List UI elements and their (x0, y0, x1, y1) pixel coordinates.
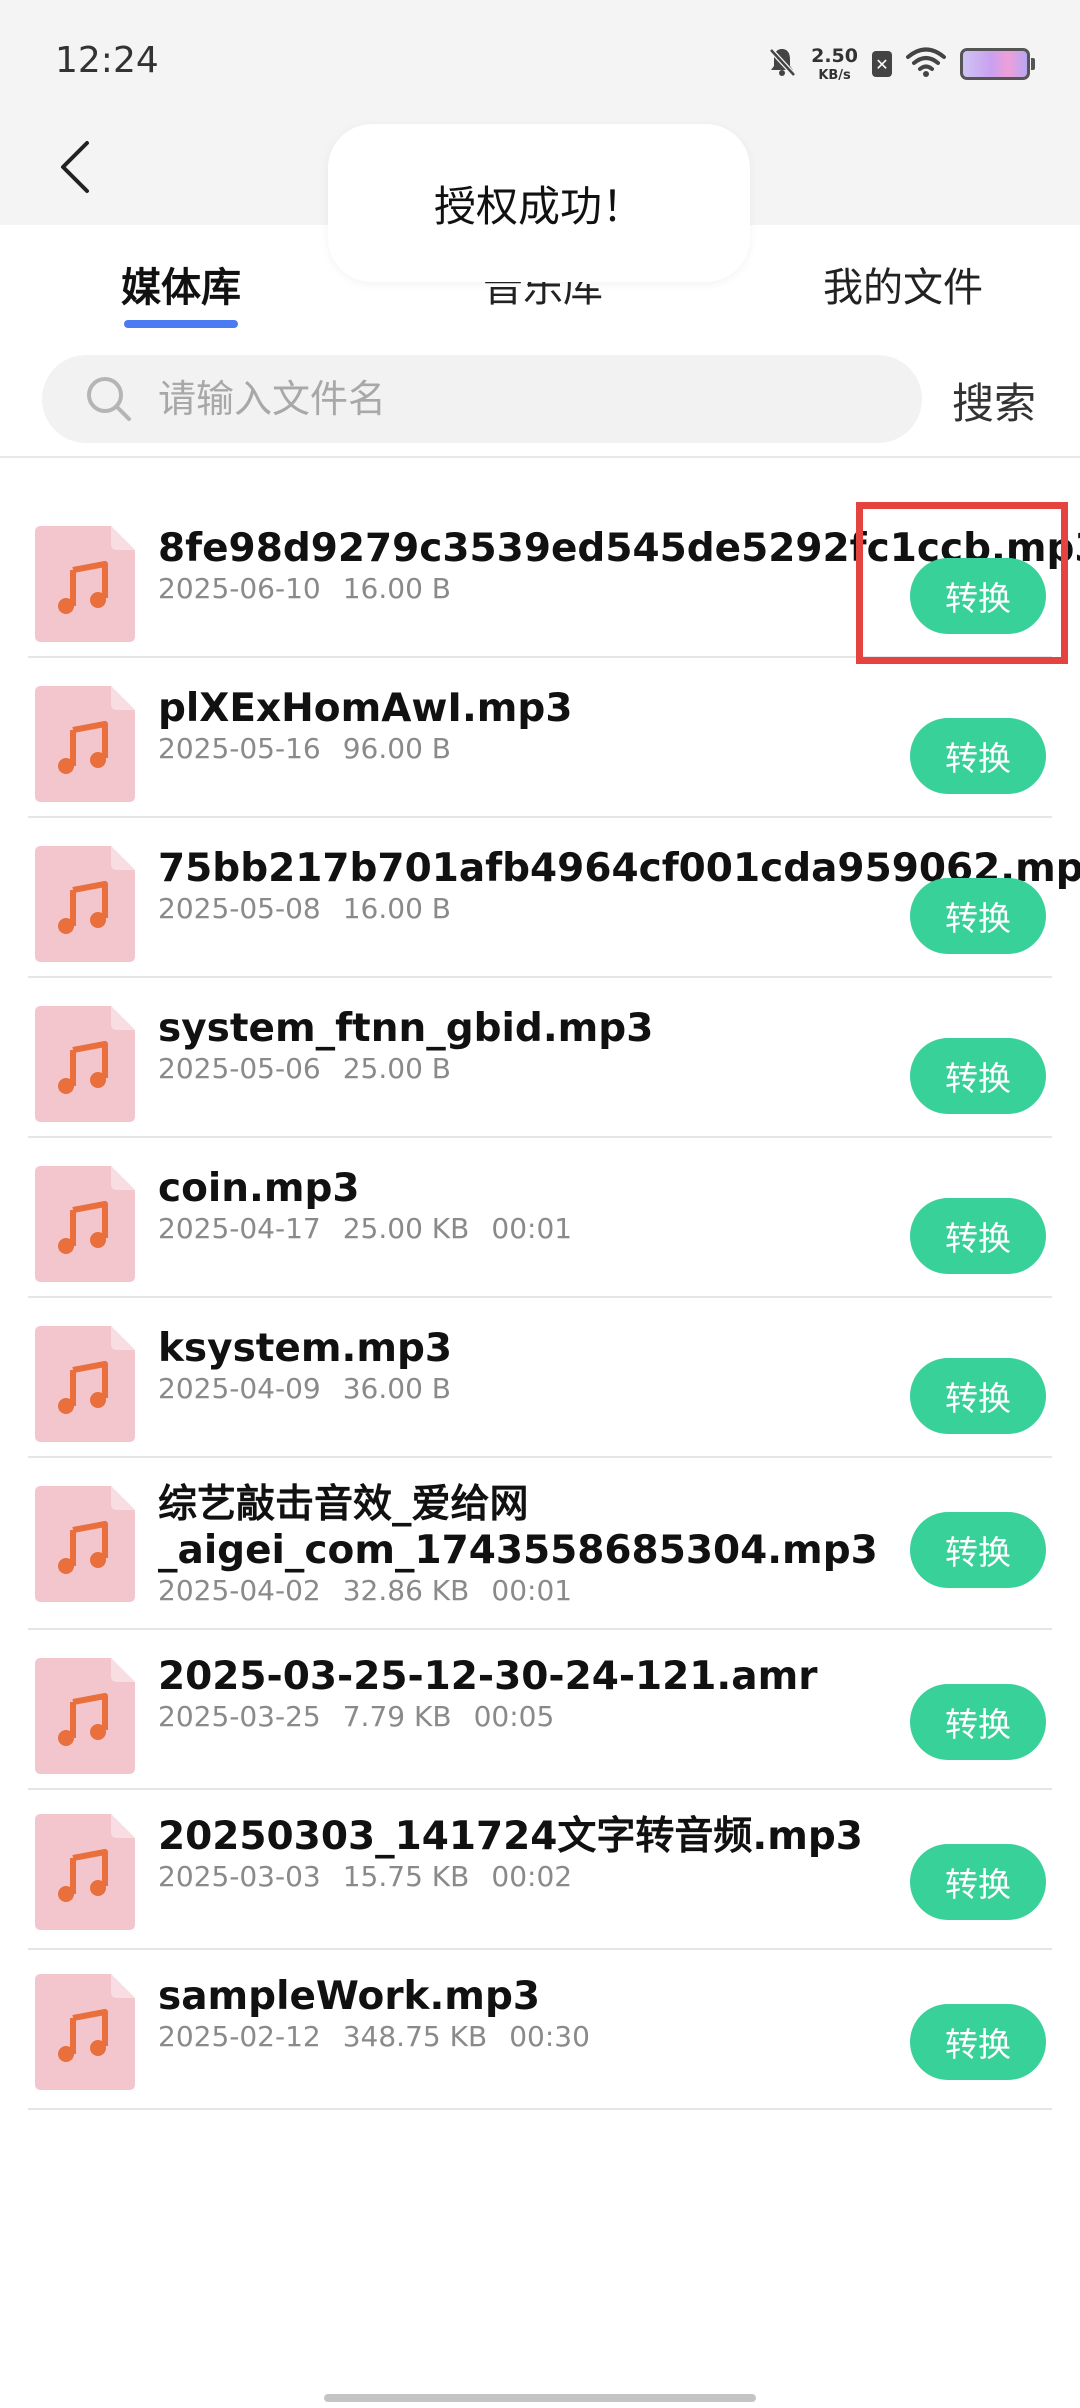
file-meta: 2025-04-09 36.00 B (158, 1372, 473, 1406)
file-size: 16.00 B (342, 572, 452, 605)
file-meta: 2025-03-03 15.75 KB 00:02 (158, 1860, 594, 1894)
list-item[interactable]: 20250303_141724文字转音频.mp3 2025-03-03 15.75… (28, 1788, 1052, 1950)
list-item[interactable]: plXExHomAwI.mp3 2025-05-16 96.00 B 转换 (28, 656, 1052, 818)
file-size: 25.00 KB (342, 1212, 470, 1245)
search-input[interactable] (156, 376, 860, 422)
list-item[interactable]: 2025-03-25-12-30-24-121.amr 2025-03-25 7.… (28, 1628, 1052, 1790)
search-icon (87, 377, 131, 421)
file-meta: 2025-05-16 96.00 B (158, 732, 473, 766)
list-item[interactable]: 75bb217b701afb4964cf001cda959062.mp3 202… (28, 816, 1080, 978)
music-file-icon (35, 846, 135, 962)
music-file-icon (35, 1814, 135, 1930)
file-name: sampleWork.mp3 (158, 1974, 541, 2019)
file-name: 20250303_141724文字转音频.mp3 (158, 1814, 863, 1859)
home-indicator[interactable] (324, 2394, 756, 2402)
file-size: 348.75 KB (342, 2020, 488, 2053)
file-name: plXExHomAwI.mp3 (158, 686, 573, 731)
music-file-icon (35, 1658, 135, 1774)
convert-button[interactable]: 转换 (910, 1198, 1046, 1274)
music-file-icon (35, 526, 135, 642)
status-bar: 12:24 2.50 KB/s ✕ (0, 0, 1080, 120)
net-speed-unit: KB/s (818, 67, 851, 83)
file-duration: 00:01 (491, 1212, 573, 1245)
wifi-icon (906, 47, 946, 81)
tab-media-library[interactable]: 媒体库 (121, 255, 241, 313)
file-name: system_ftnn_gbid.mp3 (158, 1006, 654, 1051)
file-date: 2025-03-03 (158, 1860, 321, 1893)
search-box (42, 355, 922, 443)
file-size: 25.00 B (342, 1052, 452, 1085)
file-meta: 2025-05-06 25.00 B (158, 1052, 473, 1086)
convert-button[interactable]: 转换 (910, 1358, 1046, 1434)
music-file-icon (35, 1166, 135, 1282)
music-file-icon (35, 1486, 135, 1602)
file-duration: 00:02 (491, 1860, 573, 1893)
file-meta: 2025-04-02 32.86 KB 00:01 (158, 1574, 594, 1608)
list-item[interactable]: system_ftnn_gbid.mp3 2025-05-06 25.00 B 转… (28, 976, 1052, 1138)
file-meta: 2025-03-25 7.79 KB 00:05 (158, 1700, 576, 1734)
convert-button[interactable]: 转换 (910, 1512, 1046, 1588)
file-date: 2025-04-17 (158, 1212, 321, 1245)
file-date: 2025-05-06 (158, 1052, 321, 1085)
highlight-box (856, 502, 1068, 664)
file-date: 2025-05-16 (158, 732, 321, 765)
file-date: 2025-04-02 (158, 1574, 321, 1607)
file-name: ksystem.mp3 (158, 1326, 453, 1371)
list-item[interactable]: 综艺敲击音效_爱给网 _aigei_com_1743558685304.mp3 … (28, 1456, 1052, 1630)
file-size: 15.75 KB (342, 1860, 470, 1893)
chevron-left-icon (61, 141, 89, 193)
file-date: 2025-05-08 (158, 892, 321, 925)
music-file-icon (35, 1326, 135, 1442)
file-date: 2025-03-25 (158, 1700, 321, 1733)
file-duration: 00:05 (473, 1700, 555, 1733)
convert-button[interactable]: 转换 (910, 1844, 1046, 1920)
file-name: 综艺敲击音效_爱给网 (158, 1482, 529, 1527)
music-file-icon (35, 686, 135, 802)
tab-my-files[interactable]: 我的文件 (823, 255, 983, 313)
status-icons: 2.50 KB/s ✕ (767, 40, 1035, 88)
file-meta: 2025-05-08 16.00 B (158, 892, 473, 926)
file-size: 36.00 B (342, 1372, 452, 1405)
status-time: 12:24 (55, 40, 159, 81)
music-file-icon (35, 1006, 135, 1122)
battery-icon (960, 48, 1035, 80)
search-button[interactable]: 搜索 (952, 370, 1036, 431)
list-item[interactable]: coin.mp3 2025-04-17 25.00 KB 00:01 转换 (28, 1136, 1052, 1298)
file-duration: 00:30 (509, 2020, 590, 2053)
convert-button[interactable]: 转换 (910, 2004, 1046, 2080)
bell-muted-icon (767, 46, 797, 82)
file-size: 96.00 B (342, 732, 452, 765)
music-file-icon (35, 1974, 135, 2090)
file-meta: 2025-02-12 348.75 KB 00:30 (158, 2020, 612, 2054)
tab-indicator (124, 320, 238, 328)
file-size: 32.86 KB (342, 1574, 470, 1607)
list-item[interactable]: ksystem.mp3 2025-04-09 36.00 B 转换 (28, 1296, 1052, 1458)
file-name-continued: _aigei_com_1743558685304.mp3 (158, 1528, 878, 1573)
divider (0, 456, 1080, 458)
file-size: 16.00 B (342, 892, 452, 925)
net-speed: 2.50 KB/s (811, 44, 858, 83)
file-duration: 00:01 (491, 1574, 573, 1607)
convert-button[interactable]: 转换 (910, 878, 1046, 954)
file-date: 2025-02-12 (158, 2020, 321, 2053)
file-date: 2025-06-10 (158, 572, 321, 605)
toast-message: 授权成功！ (328, 124, 750, 282)
file-meta: 2025-04-17 25.00 KB 00:01 (158, 1212, 594, 1246)
back-button[interactable] (40, 132, 110, 202)
list-item[interactable]: sampleWork.mp3 2025-02-12 348.75 KB 00:30 … (28, 1948, 1052, 2110)
file-meta: 2025-06-10 16.00 B (158, 572, 473, 606)
file-size: 7.79 KB (342, 1700, 452, 1733)
net-speed-value: 2.50 (811, 44, 858, 67)
close-box-icon: ✕ (872, 51, 892, 77)
convert-button[interactable]: 转换 (910, 718, 1046, 794)
convert-button[interactable]: 转换 (910, 1038, 1046, 1114)
convert-button[interactable]: 转换 (910, 1684, 1046, 1760)
file-name: coin.mp3 (158, 1166, 360, 1211)
file-name: 2025-03-25-12-30-24-121.amr (158, 1654, 818, 1699)
file-date: 2025-04-09 (158, 1372, 321, 1405)
